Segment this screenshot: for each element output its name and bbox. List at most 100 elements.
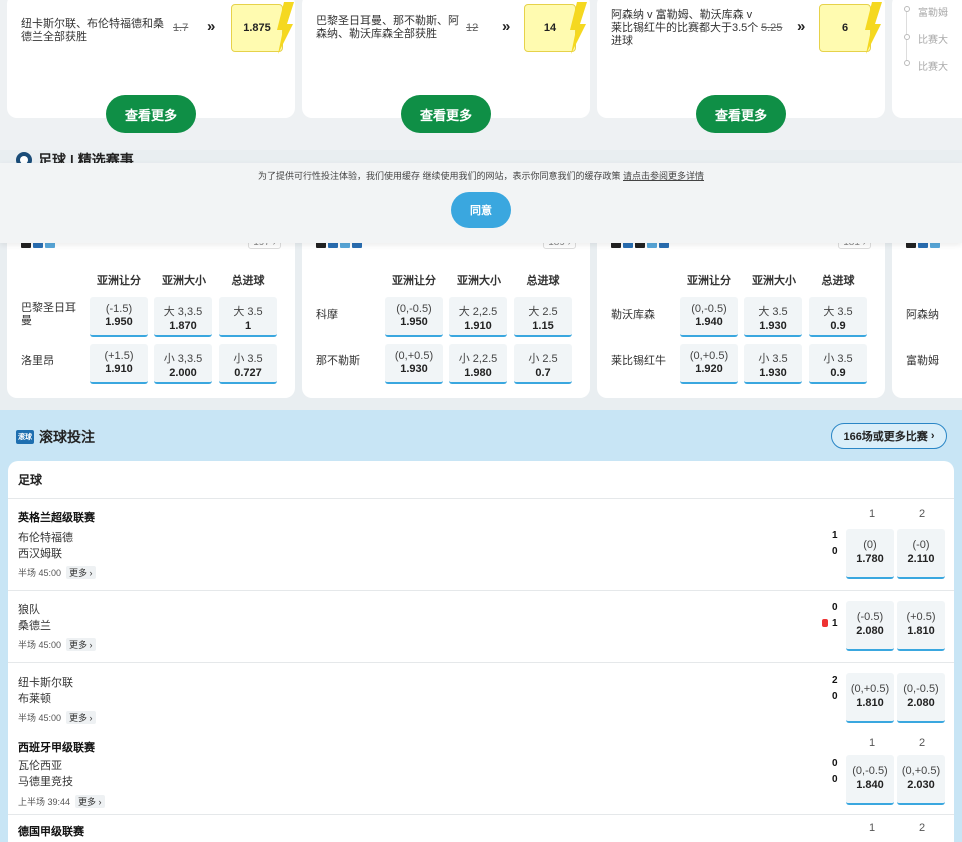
more-markets-button[interactable]: 更多 › (66, 638, 96, 651)
odds-button[interactable]: (0,+0.5) 1.920 (680, 344, 738, 384)
away-team: 那不勒斯 (316, 355, 360, 367)
odds-handicap: 大 2.5 (528, 306, 558, 318)
live-title: 滚球 滚球投注 (16, 427, 95, 447)
more-label: 更多 (69, 713, 88, 723)
col-header: 总进球 (526, 275, 560, 287)
league-name[interactable]: 西班牙甲级联赛 (18, 739, 95, 755)
odds-value: 0.9 (830, 320, 846, 332)
odds-value: 0.7 (535, 367, 551, 379)
odds-value: 2.080 (856, 625, 884, 637)
away-score: 1 (832, 618, 838, 629)
odds-handicap: (0,+0.5) (689, 350, 729, 362)
boosted-odds-button[interactable]: 6 (819, 2, 882, 54)
view-more-button[interactable]: 查看更多 (106, 95, 196, 133)
odds-button[interactable]: 小 3,3.5 2.000 (154, 344, 212, 384)
odds-value: 2.030 (907, 779, 935, 791)
odds-button[interactable]: (0,-0.5) 1.950 (385, 297, 443, 337)
odds-button[interactable]: (+0.5) 1.810 (897, 601, 945, 651)
more-markets-button[interactable]: 更多 › (66, 566, 96, 579)
odds-button[interactable]: (0,-0.5) 2.080 (897, 673, 945, 723)
featured-match-card[interactable]: 181 › 亚洲让分 亚洲大小 总进球 勒沃库森 莱比锡红牛 (0,-0.5)1… (597, 230, 885, 398)
odds-handicap: (0,-0.5) (396, 303, 432, 315)
col-header: 亚洲大小 (752, 275, 796, 287)
timeline-dot (904, 60, 910, 66)
promo-card-2[interactable]: 巴黎圣日耳曼、那不勒斯、阿森纳、勒沃库森全部获胜 12 » 14 查看更多 (302, 0, 590, 133)
odds-button[interactable]: (0,-0.5) 1.940 (680, 297, 738, 337)
odds-button[interactable]: (+1.5) 1.910 (90, 344, 148, 384)
away-team[interactable]: 布莱顿 (18, 690, 51, 706)
odds-handicap: 大 2,2.5 (458, 306, 498, 318)
away-team[interactable]: 桑德兰 (18, 617, 51, 633)
home-team[interactable]: 布伦特福德 (18, 529, 73, 545)
more-live-matches-button[interactable]: 166场或更多比赛 › (831, 423, 947, 449)
live-panel: 足球 英格兰超级联赛 1 2 布伦特福德 西汉姆联 1 0 半场 45:00 更多… (8, 461, 954, 842)
home-team[interactable]: 瓦伦西亚 (18, 757, 62, 773)
promo-old-odds: 1.7 (173, 22, 189, 34)
boosted-odds-button[interactable]: 1.875 (231, 2, 294, 54)
odds-button[interactable]: 小 3.5 0.727 (219, 344, 277, 384)
col-label-1: 1 (868, 822, 876, 834)
odds-value: 1.930 (759, 367, 787, 379)
odds-button[interactable]: 大 3.5 1 (219, 297, 277, 337)
home-score: 2 (832, 675, 838, 686)
odds-value: 1.840 (856, 779, 884, 791)
odds-handicap: 小 3.5 (233, 353, 263, 365)
more-markets-button[interactable]: 更多 › (75, 795, 105, 808)
promo-card-4[interactable]: 富勒姆 比赛大 比赛大 (892, 0, 962, 118)
odds-handicap: 小 3.5 (758, 353, 788, 365)
divider (8, 498, 954, 499)
odds-handicap: 大 3.5 (823, 306, 853, 318)
away-team[interactable]: 西汉姆联 (18, 545, 62, 561)
away-team[interactable]: 马德里竞技 (18, 773, 73, 789)
odds-value: 2.000 (169, 367, 197, 379)
promo-card-1[interactable]: 纽卡斯尔联、布伦特福德和桑德兰全部获胜 1.7 » 1.875 查看更多 (7, 0, 295, 133)
cookie-details-link[interactable]: 请点击参阅更多详情 (623, 171, 704, 181)
odds-handicap: (+0.5) (906, 611, 936, 623)
odds-button[interactable]: 小 2,2.5 1.980 (449, 344, 507, 384)
odds-button[interactable]: 小 3.5 1.930 (744, 344, 802, 384)
odds-button[interactable]: 大 2.5 1.15 (514, 297, 572, 337)
odds-button[interactable]: (-0) 2.110 (897, 529, 945, 579)
timeline-item: 富勒姆 (918, 8, 948, 19)
league-name[interactable]: 德国甲级联赛 (18, 823, 84, 839)
odds-handicap: (0,+0.5) (850, 683, 890, 695)
featured-match-card-partial[interactable]: 阿森纳 富勒姆 (892, 230, 962, 398)
odds-button[interactable]: (0) 1.780 (846, 529, 894, 579)
odds-button[interactable]: (0,+0.5) 1.930 (385, 344, 443, 384)
odds-button[interactable]: (-1.5) 1.950 (90, 297, 148, 337)
match-time: 上半场 39:44 更多 › (18, 795, 105, 808)
view-more-button[interactable]: 查看更多 (696, 95, 786, 133)
more-markets-button[interactable]: 更多 › (66, 711, 96, 724)
odds-value: 2.110 (907, 553, 935, 565)
home-team[interactable]: 纽卡斯尔联 (18, 674, 73, 690)
odds-button[interactable]: 小 3.5 0.9 (809, 344, 867, 384)
promo-card-3[interactable]: 阿森纳 v 富勒姆、勒沃库森 v 莱比锡红牛的比赛都大于3.5个进球 5.25 … (597, 0, 885, 133)
odds-value: 0.9 (830, 367, 846, 379)
divider (8, 590, 954, 591)
featured-match-card[interactable]: 197 › 亚洲让分 亚洲大小 总进球 巴黎圣日耳曼 洛里昂 (-1.5)1.9… (7, 230, 295, 398)
odds-button[interactable]: (-0.5) 2.080 (846, 601, 894, 651)
odds-value: 2.080 (907, 697, 935, 709)
odds-handicap: 小 3.5 (823, 353, 853, 365)
featured-match-card[interactable]: 189 › 亚洲让分 亚洲大小 总进球 科摩 那不勒斯 (0,-0.5)1.95… (302, 230, 590, 398)
odds-button[interactable]: 大 2,2.5 1.910 (449, 297, 507, 337)
match-time-text: 半场 45:00 (18, 713, 62, 723)
view-more-button[interactable]: 查看更多 (401, 95, 491, 133)
home-team[interactable]: 狼队 (18, 601, 40, 617)
cookie-message: 为了提供可行性投注体验，我们使用缓存 继续使用我们的网站，表示你同意我们的缓存政… (257, 171, 621, 181)
odds-button[interactable]: 大 3,3.5 1.870 (154, 297, 212, 337)
odds-button[interactable]: 小 2.5 0.7 (514, 344, 572, 384)
odds-button[interactable]: (0,+0.5) 2.030 (897, 755, 945, 805)
away-team: 富勒姆 (906, 355, 939, 367)
boosted-odds-button[interactable]: 14 (524, 2, 587, 54)
home-team: 勒沃库森 (611, 309, 655, 321)
col-header: 亚洲大小 (457, 275, 501, 287)
league-name[interactable]: 英格兰超级联赛 (18, 509, 95, 525)
odds-button[interactable]: (0,+0.5) 1.810 (846, 673, 894, 723)
odds-button[interactable]: 大 3.5 0.9 (809, 297, 867, 337)
agree-button[interactable]: 同意 (451, 192, 511, 228)
odds-button[interactable]: 大 3.5 1.930 (744, 297, 802, 337)
odds-handicap: 小 3,3.5 (163, 353, 203, 365)
cookie-banner: 为了提供可行性投注体验，我们使用缓存 继续使用我们的网站，表示你同意我们的缓存政… (0, 163, 962, 243)
odds-button[interactable]: (0,-0.5) 1.840 (846, 755, 894, 805)
